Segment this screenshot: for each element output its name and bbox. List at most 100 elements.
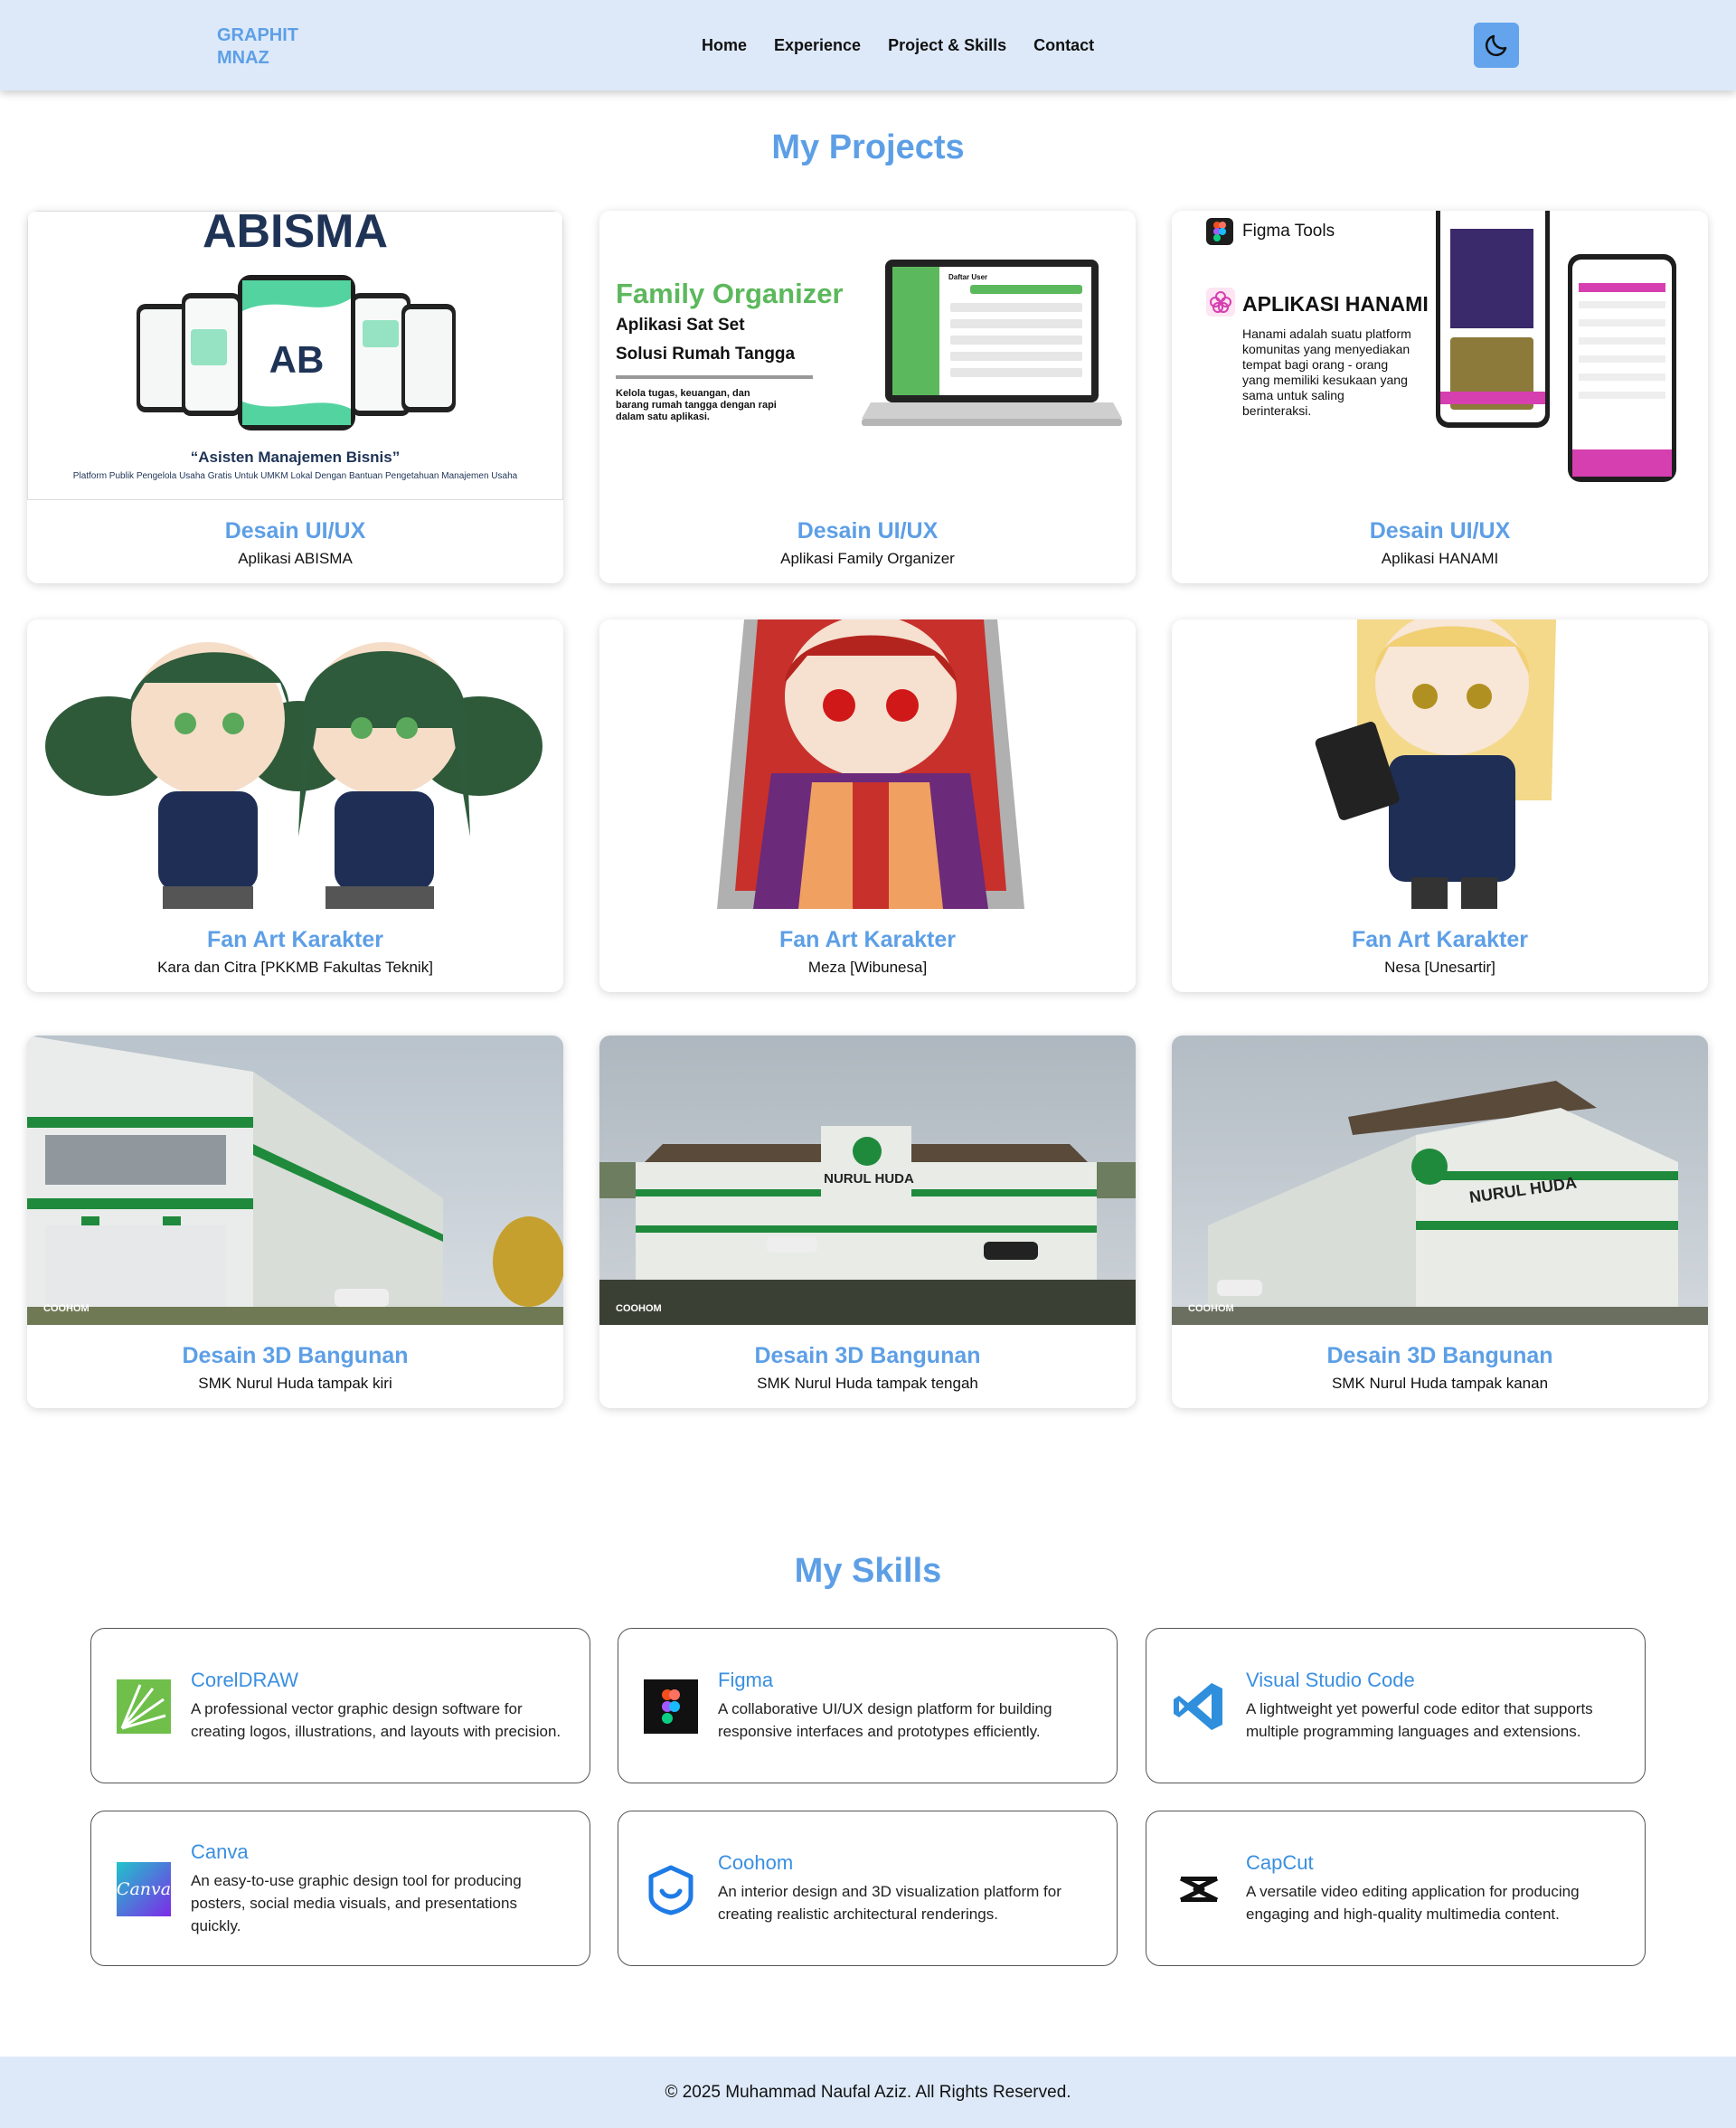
canva-icon-text: Canva bbox=[116, 1879, 172, 1899]
nav-menu: Home Experience Project & Skills Contact bbox=[702, 36, 1094, 55]
project-subtitle: Aplikasi HANAMI bbox=[1381, 550, 1499, 567]
project-subtitle: SMK Nurul Huda tampak tengah bbox=[757, 1375, 978, 1392]
top-navbar: GRAPHIT MNAZ Home Experience Project & S… bbox=[0, 0, 1736, 90]
building-render-left bbox=[27, 1036, 563, 1325]
project-card-building-right[interactable]: NURUL HUDA COOHOM Desain 3D Bangunan SMK… bbox=[1172, 1036, 1708, 1408]
project-subtitle: Aplikasi Family Organizer bbox=[780, 550, 955, 567]
skill-description: An interior design and 3D visualization … bbox=[718, 1883, 1061, 1923]
skill-card-vscode: Visual Studio Code A lightweight yet pow… bbox=[1146, 1628, 1646, 1783]
building-sign: NURUL HUDA bbox=[824, 1171, 914, 1187]
thumb-caption: Platform Publik Pengelola Usaha Gratis U… bbox=[72, 471, 518, 481]
skills-title: My Skills bbox=[794, 1552, 942, 1590]
footer: © 2025 Muhammad Naufal Aziz. All Rights … bbox=[0, 2057, 1736, 2128]
nav-link-home[interactable]: Home bbox=[702, 36, 747, 55]
fanart-illustration-image bbox=[599, 619, 1136, 909]
thumb-desc: Kelola tugas, keuangan, dan barang rumah… bbox=[616, 388, 777, 422]
building-render-image: COOHOM bbox=[27, 1036, 563, 1325]
skill-name: CapCut bbox=[1246, 1851, 1314, 1874]
project-title: Desain UI/UX bbox=[224, 518, 366, 544]
skill-card-coreldraw: CorelDRAW A professional vector graphic … bbox=[90, 1628, 590, 1783]
project-subtitle: SMK Nurul Huda tampak kiri bbox=[198, 1375, 392, 1392]
phone-mockups-image: AB bbox=[137, 275, 456, 430]
screen-title: Daftar User bbox=[948, 273, 987, 281]
coohom-watermark: COOHOM bbox=[1188, 1303, 1234, 1314]
chibi-character-illustration bbox=[1315, 619, 1556, 909]
coohom-icon bbox=[644, 1862, 698, 1916]
coohom-watermark: COOHOM bbox=[616, 1303, 662, 1314]
phone-mockups-image bbox=[1436, 211, 1676, 482]
project-title: Fan Art Karakter bbox=[1352, 927, 1528, 952]
theme-toggle-button[interactable] bbox=[1474, 23, 1519, 68]
project-title: Desain 3D Bangunan bbox=[182, 1343, 409, 1368]
fanart-illustration-image bbox=[1172, 619, 1708, 909]
brand-line1: GRAPHIT bbox=[217, 25, 298, 45]
fanart-illustration-image bbox=[27, 619, 563, 909]
skill-name: Canva bbox=[191, 1840, 249, 1863]
figma-icon bbox=[644, 1679, 698, 1734]
project-card-fanart-meza[interactable]: Fan Art Karakter Meza [Wibunesa] bbox=[599, 619, 1136, 992]
hanami-flower-icon bbox=[1206, 288, 1235, 317]
coohom-watermark: COOHOM bbox=[43, 1303, 90, 1314]
project-subtitle: Meza [Wibunesa] bbox=[807, 959, 928, 976]
skill-card-figma: Figma A collaborative UI/UX design platf… bbox=[618, 1628, 1118, 1783]
project-card-building-left[interactable]: COOHOM Desain 3D Bangunan SMK Nurul Huda… bbox=[27, 1036, 563, 1408]
skill-description: A versatile video editing application fo… bbox=[1246, 1883, 1580, 1923]
building-render-image: NURUL HUDA COOHOM bbox=[1172, 1036, 1708, 1325]
nav-link-contact[interactable]: Contact bbox=[1033, 36, 1094, 55]
chibi-character-illustration bbox=[717, 619, 1024, 909]
nav-link-projects-skills[interactable]: Project & Skills bbox=[888, 36, 1006, 55]
project-title: Desain UI/UX bbox=[797, 518, 939, 544]
building-render-image: NURUL HUDA COOHOM bbox=[599, 1036, 1136, 1325]
skill-description: A lightweight yet powerful code editor t… bbox=[1246, 1700, 1593, 1740]
project-thumbnail: Family Organizer Aplikasi Sat Set Solusi… bbox=[599, 211, 1136, 500]
skill-card-coohom: Coohom An interior design and 3D visuali… bbox=[618, 1811, 1118, 1966]
project-thumbnail: Figma Tools APLIKASI HANAMI Hanami adala… bbox=[1172, 211, 1708, 500]
project-subtitle: Nesa [Unesartir] bbox=[1384, 959, 1495, 976]
capcut-icon bbox=[1172, 1862, 1226, 1916]
project-card-abisma[interactable]: ABISMA AB “Asisten Manajemen Bisnis” Pla… bbox=[27, 211, 563, 583]
skill-name: CorelDRAW bbox=[191, 1669, 298, 1691]
project-title: Fan Art Karakter bbox=[779, 927, 956, 952]
project-subtitle: Kara dan Citra [PKKMB Fakultas Teknik] bbox=[157, 959, 433, 976]
skill-description: An easy-to-use graphic design tool for p… bbox=[191, 1871, 522, 1934]
thumb-heading: Family Organizer bbox=[616, 278, 844, 309]
project-card-hanami[interactable]: Figma Tools APLIKASI HANAMI Hanami adala… bbox=[1172, 211, 1708, 583]
figma-icon bbox=[1206, 218, 1233, 245]
building-render-right: NURUL HUDA bbox=[1172, 1081, 1708, 1325]
svg-text:AB: AB bbox=[269, 338, 325, 381]
skill-name: Visual Studio Code bbox=[1246, 1669, 1415, 1691]
thumb-desc: Hanami adalah suatu platform komunitas y… bbox=[1242, 326, 1411, 418]
vscode-icon bbox=[1172, 1679, 1226, 1734]
project-thumbnail: ABISMA AB “Asisten Manajemen Bisnis” Pla… bbox=[27, 211, 563, 500]
thumb-tool: Figma Tools bbox=[1242, 222, 1335, 241]
thumb-divider bbox=[616, 375, 813, 379]
project-card-family-organizer[interactable]: Family Organizer Aplikasi Sat Set Solusi… bbox=[599, 211, 1136, 583]
skill-name: Coohom bbox=[718, 1851, 794, 1874]
thumb-line1: Aplikasi Sat Set bbox=[616, 316, 745, 335]
footer-copyright: © 2025 Muhammad Naufal Aziz. All Rights … bbox=[665, 2082, 1071, 2102]
project-card-fanart-nesa[interactable]: Fan Art Karakter Nesa [Unesartir] bbox=[1172, 619, 1708, 992]
project-title: Desain 3D Bangunan bbox=[1326, 1343, 1553, 1368]
project-card-building-center[interactable]: NURUL HUDA COOHOM Desain 3D Bangunan SMK… bbox=[599, 1036, 1136, 1408]
canva-icon: Canva bbox=[117, 1862, 171, 1916]
skill-name: Figma bbox=[718, 1669, 774, 1691]
chibi-characters-illustration bbox=[45, 642, 542, 909]
nav-link-experience[interactable]: Experience bbox=[774, 36, 861, 55]
skill-description: A collaborative UI/UX design platform fo… bbox=[718, 1700, 1052, 1740]
coreldraw-icon bbox=[117, 1679, 171, 1734]
skill-description: A professional vector graphic design sof… bbox=[191, 1700, 561, 1740]
laptop-mockup-image: Daftar User bbox=[862, 260, 1122, 426]
building-render-center: NURUL HUDA bbox=[599, 1126, 1136, 1325]
project-subtitle: SMK Nurul Huda tampak kanan bbox=[1331, 1375, 1549, 1392]
projects-title: My Projects bbox=[771, 128, 965, 166]
brand-line2: MNAZ bbox=[217, 48, 269, 68]
moon-icon bbox=[1485, 34, 1507, 57]
project-card-fanart-kara-citra[interactable]: Fan Art Karakter Kara dan Citra [PKKMB F… bbox=[27, 619, 563, 992]
skill-card-capcut: CapCut A versatile video editing applica… bbox=[1146, 1811, 1646, 1966]
brand-logo[interactable]: GRAPHIT MNAZ bbox=[217, 24, 298, 70]
project-subtitle: Aplikasi ABISMA bbox=[238, 550, 353, 567]
thumb-tagline: “Asisten Manajemen Bisnis” bbox=[190, 449, 401, 466]
skill-card-canva: Canva Canva An easy-to-use graphic desig… bbox=[90, 1811, 590, 1966]
thumb-heading: ABISMA bbox=[202, 211, 389, 258]
project-title: Desain UI/UX bbox=[1369, 518, 1511, 544]
